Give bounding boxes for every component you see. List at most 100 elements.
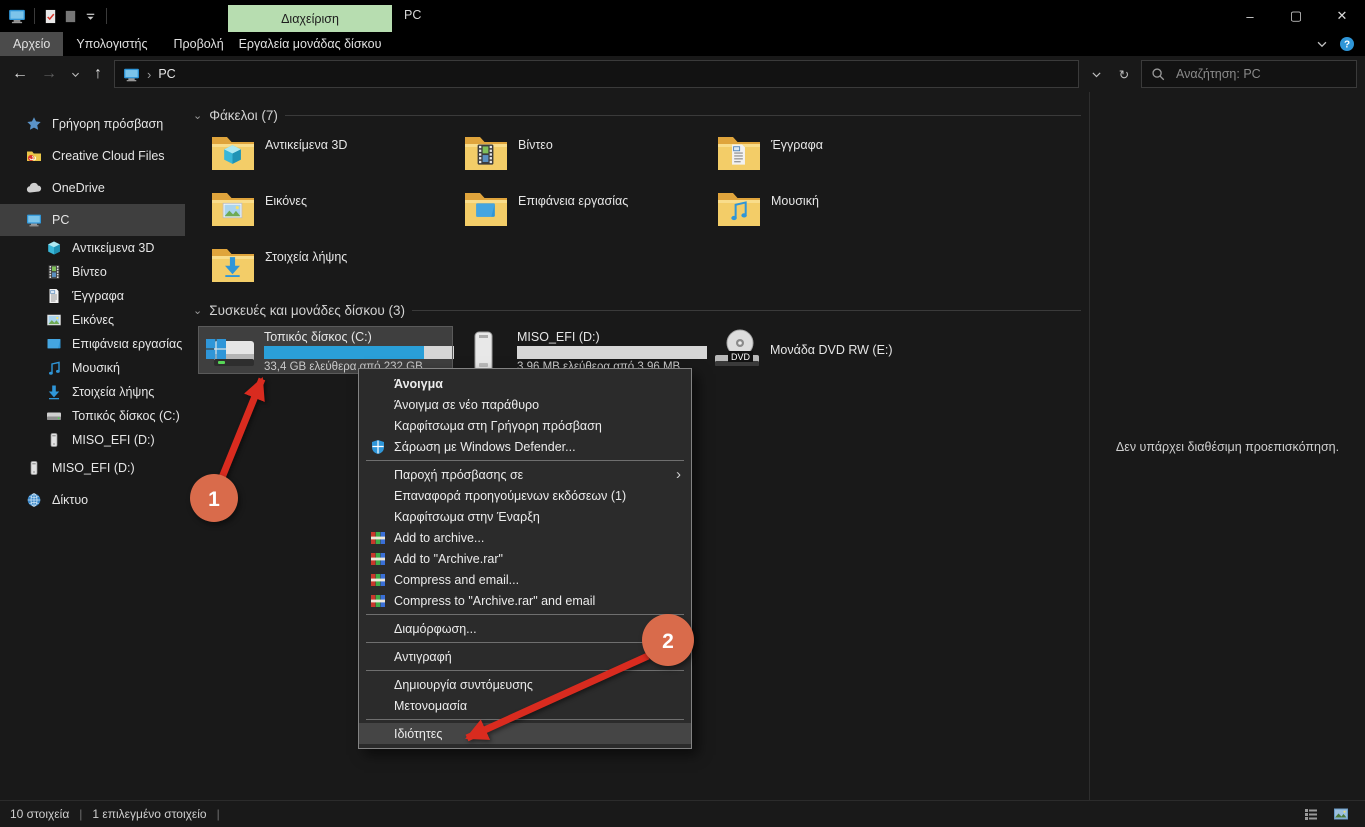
back-button[interactable]: ← (12, 66, 28, 82)
new-folder-icon[interactable] (63, 9, 78, 24)
sidebar-item[interactable]: Επιφάνεια εργασίας (0, 332, 185, 356)
context-menu-item[interactable]: Ιδιότητες (359, 723, 691, 744)
expand-ribbon-chevron-icon[interactable] (1315, 37, 1329, 51)
contextual-tab-header[interactable]: Διαχείριση (228, 5, 392, 32)
menu-separator (366, 719, 684, 720)
winrar-icon (369, 551, 387, 567)
context-menu-item[interactable]: Καρφίτσωμα στην Έναρξη (359, 506, 691, 527)
svg-text:DVD: DVD (731, 352, 751, 362)
properties-icon[interactable] (43, 9, 58, 24)
folder-tile[interactable]: Επιφάνεια εργασίας (452, 188, 705, 244)
menu-item-label: Καρφίτσωμα στη Γρήγορη πρόσβαση (394, 419, 681, 433)
search-input[interactable] (1174, 66, 1347, 82)
context-menu-item[interactable]: Άνοιγμα (359, 373, 691, 394)
sidebar-item-label: OneDrive (52, 181, 105, 195)
context-menu-item[interactable]: Add to archive... (359, 527, 691, 548)
minimize-button[interactable]: – (1227, 0, 1273, 32)
folder-tile[interactable]: Εικόνες (199, 188, 452, 244)
menu-item-label: Σάρωση με Windows Defender... (394, 440, 681, 454)
forward-button[interactable]: → (41, 66, 57, 82)
help-icon[interactable]: ? (1339, 36, 1355, 52)
section-title[interactable]: Φάκελοι (7) (209, 108, 278, 123)
menu-item-label: Compress and email... (394, 573, 681, 587)
sidebar-item[interactable]: Βίντεο (0, 260, 185, 284)
drive-usage-bar (264, 346, 454, 359)
context-menu-item[interactable]: Διαμόρφωση... (359, 618, 691, 639)
section-title[interactable]: Συσκευές και μονάδες δίσκου (3) (209, 303, 405, 318)
tab-file[interactable]: Αρχείο (0, 32, 63, 56)
picture-icon (221, 199, 244, 222)
drive-tile[interactable]: MISO_EFI (D:)3,96 MB ελεύθερα από 3,96 M… (452, 327, 705, 373)
folder-tile[interactable]: Έγγραφα (705, 132, 958, 188)
cloud-icon (26, 180, 42, 196)
context-menu-item[interactable]: Άνοιγμα σε νέο παράθυρο (359, 394, 691, 415)
computer-icon[interactable] (8, 7, 26, 25)
sidebar-item-label: PC (52, 213, 69, 227)
menu-separator (366, 614, 684, 615)
drive-tile[interactable]: DVDΜονάδα DVD RW (E:) (705, 327, 958, 373)
refresh-icon[interactable]: ↻ (1113, 61, 1135, 87)
drive-usage-fill (264, 346, 424, 359)
folder-tile[interactable]: Βίντεο (452, 132, 705, 188)
context-menu-item[interactable]: Μετονομασία (359, 695, 691, 716)
context-menu-item[interactable]: Δημιουργία συντόμευσης (359, 674, 691, 695)
sidebar-item[interactable]: PC (0, 204, 185, 236)
details-view-icon[interactable] (1303, 806, 1319, 822)
collapse-chevron-icon[interactable]: ⌄ (193, 304, 202, 317)
sidebar-item[interactable]: Γρήγορη πρόσβαση (0, 108, 185, 140)
sidebar-item[interactable]: Έγγραφα (0, 284, 185, 308)
sidebar-item[interactable]: Τοπικός δίσκος (C:) (0, 404, 185, 428)
tab-computer[interactable]: Υπολογιστής (63, 32, 160, 56)
window-controls: – ▢ ✕ (1227, 0, 1365, 32)
context-menu-item[interactable]: Add to "Archive.rar" (359, 548, 691, 569)
large-icons-view-icon[interactable] (1333, 806, 1349, 822)
sidebar-item-label: Τοπικός δίσκος (C:) (72, 409, 180, 423)
sidebar-item[interactable]: Δίκτυο (0, 484, 185, 516)
folder-label: Επιφάνεια εργασίας (518, 194, 628, 208)
context-menu-item[interactable]: Παροχή πρόσβασης σε› (359, 464, 691, 485)
drive-tile[interactable]: Τοπικός δίσκος (C:)33,4 GB ελεύθερα από … (199, 327, 452, 373)
folder-icon (210, 244, 256, 284)
address-field[interactable]: › PC (114, 60, 1079, 88)
sidebar-item[interactable]: MISO_EFI (D:) (0, 452, 185, 484)
sidebar-item[interactable]: Αντικείμενα 3D (0, 236, 185, 260)
search-box[interactable] (1141, 60, 1357, 88)
folder-tile[interactable]: Αντικείμενα 3D (199, 132, 452, 188)
folder-tile[interactable]: Στοιχεία λήψης (199, 244, 452, 300)
winrar-icon (369, 530, 387, 546)
close-button[interactable]: ✕ (1319, 0, 1365, 32)
winrar-icon (369, 593, 387, 609)
star-icon (26, 116, 42, 132)
sidebar-item[interactable]: Εικόνες (0, 308, 185, 332)
up-button[interactable]: ↑ (94, 66, 102, 82)
sidebar-item[interactable]: Creative Cloud Files (0, 140, 185, 172)
menu-item-label: Αντιγραφή (394, 650, 681, 664)
window-title: PC (404, 8, 421, 22)
tab-view[interactable]: Προβολή (160, 32, 236, 56)
maximize-button[interactable]: ▢ (1273, 0, 1319, 32)
menu-separator (366, 642, 684, 643)
status-divider: | (79, 807, 82, 821)
address-dropdown-chevron-icon[interactable] (1085, 61, 1107, 87)
context-menu-item[interactable]: Σάρωση με Windows Defender... (359, 436, 691, 457)
folder-label: Αντικείμενα 3D (265, 138, 347, 152)
context-menu-item[interactable]: Επαναφορά προηγούμενων εκδόσεων (1) (359, 485, 691, 506)
sidebar-item[interactable]: OneDrive (0, 172, 185, 204)
breadcrumb[interactable]: PC (158, 67, 175, 81)
sidebar-item[interactable]: Μουσική (0, 356, 185, 380)
collapse-chevron-icon[interactable]: ⌄ (193, 109, 202, 122)
context-menu-item[interactable]: Καρφίτσωμα στη Γρήγορη πρόσβαση (359, 415, 691, 436)
customize-toolbar-chevron-icon[interactable] (83, 9, 98, 24)
sidebar-item[interactable]: Στοιχεία λήψης (0, 380, 185, 404)
recent-locations-chevron-icon[interactable] (70, 69, 81, 80)
context-menu-item[interactable]: Compress to "Archive.rar" and email (359, 590, 691, 611)
context-menu-item[interactable]: Αντιγραφή (359, 646, 691, 667)
sidebar-item[interactable]: MISO_EFI (D:) (0, 428, 185, 452)
navigation-buttons: ← → ↑ (0, 66, 114, 82)
folder-tile[interactable]: Μουσική (705, 188, 958, 244)
context-menu-item[interactable]: Compress and email... (359, 569, 691, 590)
status-segment: 10 στοιχεία (10, 807, 69, 821)
view-toggles (1303, 806, 1355, 822)
menu-item-label: Παροχή πρόσβασης σε (394, 468, 676, 482)
tab-drive-tools[interactable]: Εργαλεία μονάδας δίσκου (228, 32, 392, 56)
